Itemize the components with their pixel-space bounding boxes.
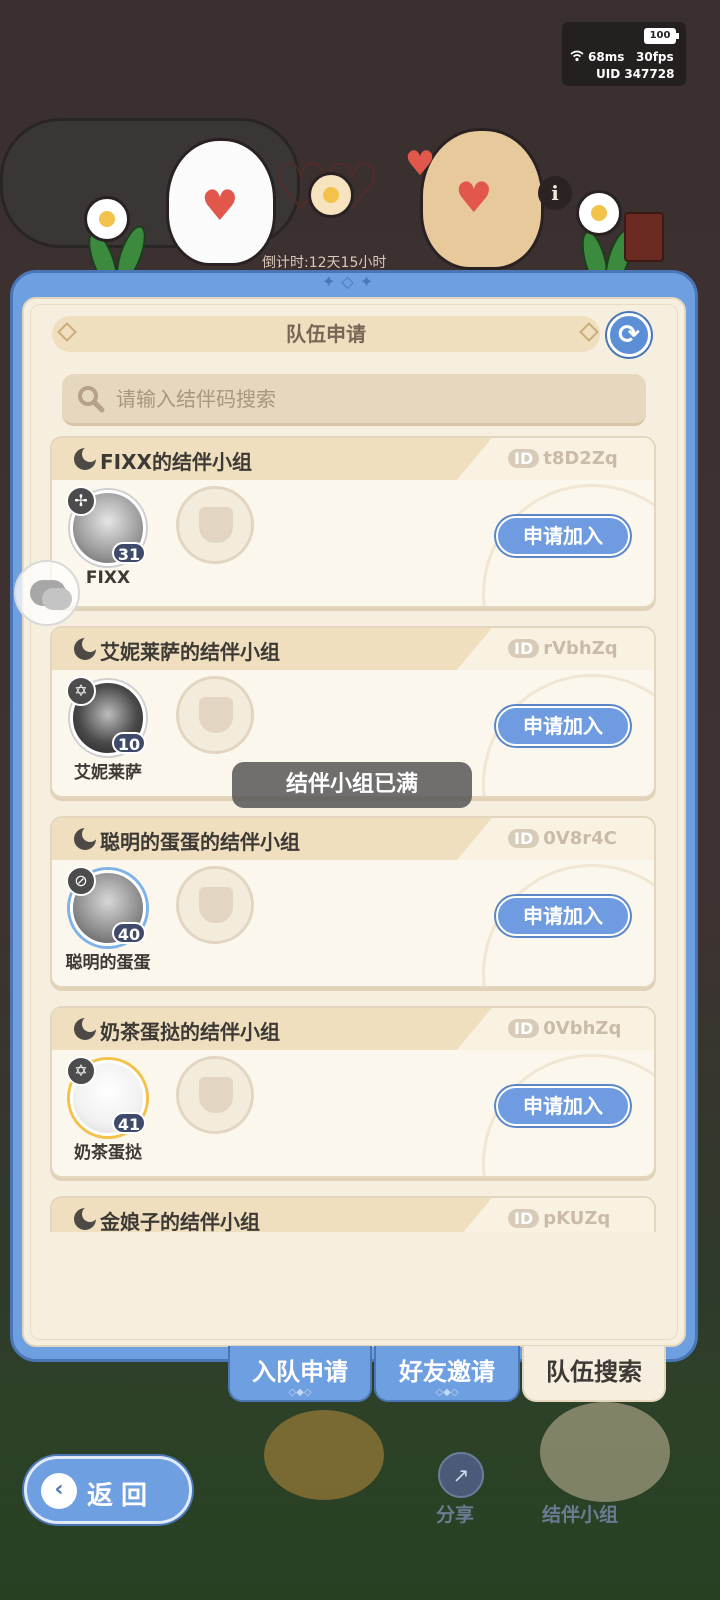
event-countdown: 倒计时:12天15小时 — [262, 255, 387, 271]
empty-member-slot — [176, 486, 254, 564]
id-label: ID — [508, 829, 540, 848]
apply-join-button[interactable]: 申请加入 — [496, 1086, 630, 1126]
id-label: ID — [508, 639, 540, 658]
moon-icon — [74, 446, 98, 470]
element-icon: ⊘ — [66, 866, 96, 896]
group-id: ID t8D2Zq — [508, 448, 618, 469]
group-title: 艾妮莱萨的结伴小组 — [100, 640, 280, 664]
performance-overlay: 100 68ms 30fps UID 347728 — [562, 22, 686, 86]
gift-icon[interactable] — [624, 212, 664, 262]
group-id: ID 0VbhZq — [508, 1018, 621, 1039]
id-label: ID — [508, 1019, 540, 1038]
refresh-button[interactable]: ⟳ — [607, 313, 651, 357]
chat-bubble-button[interactable] — [14, 560, 80, 626]
fps-value: 30fps — [636, 50, 674, 64]
moon-icon — [74, 826, 98, 850]
group-id: ID pKUZq — [508, 1208, 610, 1229]
group-id-value: 0V8r4C — [543, 828, 617, 849]
group-id-value: 0VbhZq — [543, 1018, 622, 1039]
toast-message: 结伴小组已满 — [232, 762, 472, 808]
level-badge: 40 — [112, 922, 146, 944]
group-list[interactable]: FIXX的结伴小组 ID t8D2Zq ✢ 31 FIXX 申请加入 艾妮莱萨的结… — [50, 436, 658, 1232]
group-card: 金娘子的结伴小组 ID pKUZq — [50, 1196, 656, 1232]
heart-icon: ♥ — [201, 181, 239, 230]
group-id: ID 0V8r4C — [508, 828, 617, 849]
empty-slot-icon — [199, 887, 233, 923]
tab-join-requests[interactable]: 入队申请 ◇◆◇ — [228, 1346, 372, 1402]
group-title: 金娘子的结伴小组 — [100, 1210, 260, 1232]
back-arrow-icon: ‹ — [41, 1473, 77, 1509]
empty-member-slot — [176, 676, 254, 754]
share-icon[interactable]: ↗ — [438, 1452, 484, 1498]
tab-label: 好友邀请 — [399, 1358, 495, 1386]
moon-icon — [74, 1016, 98, 1040]
element-icon: ✡ — [66, 676, 96, 706]
tab-label: 入队申请 — [252, 1358, 348, 1386]
empty-slot-icon — [199, 1077, 233, 1113]
member-name: 聪明的蛋蛋 — [65, 953, 151, 973]
search-icon — [76, 384, 106, 414]
dog-mascot — [540, 1402, 670, 1502]
share-label[interactable]: 分享 — [436, 1500, 474, 1527]
tab-label: 队伍搜索 — [546, 1358, 642, 1386]
flower-icon — [576, 190, 622, 236]
apply-join-button[interactable]: 申请加入 — [496, 896, 630, 936]
fox-mascot — [264, 1410, 384, 1500]
level-badge: 31 — [112, 542, 146, 564]
back-label: 返回 — [87, 1481, 156, 1511]
tab-friend-invites[interactable]: 好友邀请 ◇◆◇ — [374, 1346, 520, 1402]
element-icon: ✢ — [66, 486, 96, 516]
partner-group-label[interactable]: 结伴小组 — [542, 1500, 618, 1527]
search-bar[interactable] — [62, 374, 646, 426]
empty-slot-icon — [199, 697, 233, 733]
group-card: 聪明的蛋蛋的结伴小组 ID 0V8r4C ⊘ 40 聪明的蛋蛋 申请加入 — [50, 816, 656, 988]
group-id-value: pKUZq — [543, 1208, 611, 1229]
group-title: FIXX的结伴小组 — [100, 450, 252, 474]
chat-icon — [42, 588, 72, 610]
empty-member-slot — [176, 866, 254, 944]
moon-icon — [74, 636, 98, 660]
level-badge: 41 — [112, 1112, 146, 1134]
apply-join-button[interactable]: 申请加入 — [496, 516, 630, 556]
wifi-icon — [570, 50, 584, 65]
panel-title: 队伍申请 — [52, 316, 600, 352]
group-id: ID rVbhZq — [508, 638, 618, 659]
battery-indicator: 100 — [644, 28, 679, 44]
empty-member-slot — [176, 1056, 254, 1134]
element-icon: ✡ — [66, 1056, 96, 1086]
member-name: 奶茶蛋挞 — [74, 1143, 142, 1163]
search-input[interactable] — [116, 382, 636, 416]
group-id-value: t8D2Zq — [543, 448, 618, 469]
back-button[interactable]: ‹ 返回 — [24, 1456, 192, 1524]
group-card: 奶茶蛋挞的结伴小组 ID 0VbhZq ✡ 41 奶茶蛋挞 申请加入 — [50, 1006, 656, 1178]
panel-top-ornament: ✦◇✦ — [322, 272, 380, 291]
group-title: 奶茶蛋挞的结伴小组 — [100, 1020, 280, 1044]
tab-team-search[interactable]: 队伍搜索 — [522, 1346, 666, 1402]
flower-icon — [308, 172, 354, 218]
flower-icon — [84, 196, 130, 242]
id-label: ID — [508, 449, 540, 468]
heart-icon: ♥ — [404, 144, 436, 184]
ping-value: 68ms — [588, 50, 625, 64]
tab-ornament: ◇◆◇ — [435, 1387, 459, 1398]
apply-join-button[interactable]: 申请加入 — [496, 706, 630, 746]
group-card: FIXX的结伴小组 ID t8D2Zq ✢ 31 FIXX 申请加入 — [50, 436, 656, 608]
user-uid: UID 347728 — [596, 67, 675, 81]
group-title: 聪明的蛋蛋的结伴小组 — [100, 830, 300, 854]
group-id-value: rVbhZq — [543, 638, 618, 659]
id-label: ID — [508, 1209, 540, 1228]
member-name: 艾妮莱萨 — [74, 763, 142, 783]
info-icon[interactable]: i — [538, 176, 572, 210]
moon-icon — [74, 1206, 98, 1230]
tab-ornament: ◇◆◇ — [288, 1387, 312, 1398]
empty-slot-icon — [199, 507, 233, 543]
heart-icon: ♥ — [455, 173, 493, 222]
level-badge: 10 — [112, 732, 146, 754]
